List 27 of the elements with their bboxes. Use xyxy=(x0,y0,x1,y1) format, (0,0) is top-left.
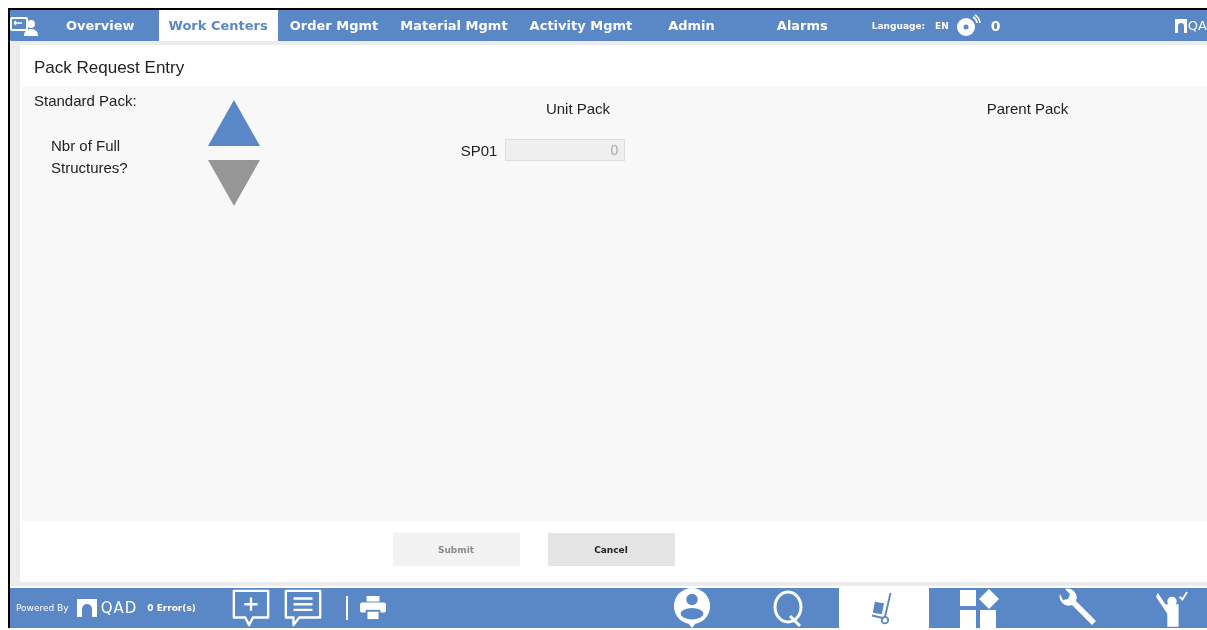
monitor-person-icon[interactable] xyxy=(10,15,38,36)
print-icon[interactable] xyxy=(345,596,386,620)
language-selector[interactable]: EN xyxy=(935,20,949,31)
language-label: Language: xyxy=(871,20,926,31)
parent-pack-heading: Parent Pack xyxy=(986,100,1069,119)
nav-tab[interactable]: Alarms xyxy=(766,10,838,41)
cart-tab[interactable] xyxy=(839,588,929,628)
alarm-count: 0 xyxy=(990,17,1001,34)
nav-tab[interactable]: Activity Mgmt xyxy=(519,10,643,41)
nav-tab[interactable]: Work Centers xyxy=(158,10,278,41)
company-logo: QA xyxy=(1174,18,1207,33)
page-title: Pack Request Entry xyxy=(33,57,186,79)
increase-arrow-icon[interactable] xyxy=(208,100,260,146)
alarm-bell-icon[interactable] xyxy=(954,13,981,38)
footer-logo: QAD xyxy=(76,599,138,617)
cancel-button[interactable]: Cancel xyxy=(547,533,675,566)
standard-pack-label: Standard Pack: xyxy=(34,92,138,109)
unit-pack-input[interactable]: 0 xyxy=(505,139,626,161)
nav-tab[interactable]: Material Mgmt xyxy=(390,10,518,41)
question-label: Nbr of Full Structures? xyxy=(51,136,129,178)
powered-by-label: Powered By xyxy=(16,603,69,613)
nav-tab[interactable]: Order Mgmt xyxy=(279,10,389,41)
unit-pack-heading: Unit Pack xyxy=(545,100,611,117)
nav-tab[interactable]: Admin xyxy=(658,10,725,41)
field-label: SP01 xyxy=(460,141,498,159)
nav-tab[interactable]: Overview xyxy=(56,10,145,41)
error-count: 0 Error(s) xyxy=(147,603,196,613)
